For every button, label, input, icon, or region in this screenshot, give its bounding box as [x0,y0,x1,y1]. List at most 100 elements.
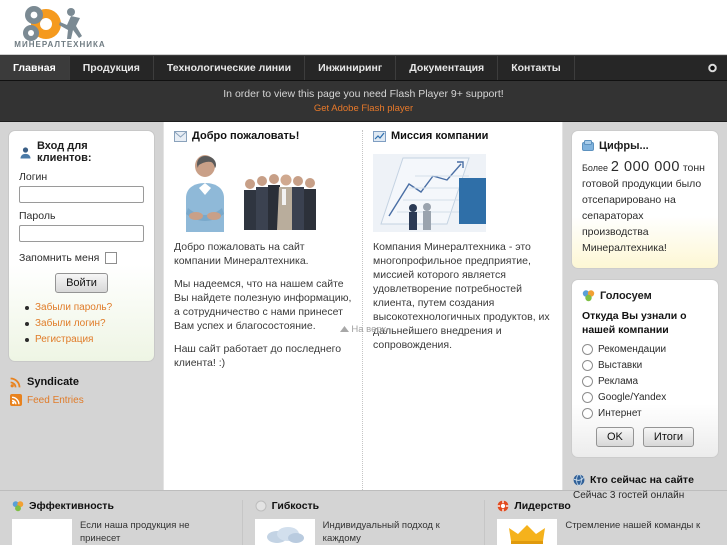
welcome-section: Добро пожаловать! Добро пожаловать на са… [164,130,363,490]
radio-icon[interactable] [582,344,593,355]
poll-buttons: OK Итоги [582,427,708,447]
footer-title: Эффективность [12,500,230,512]
username-input[interactable] [19,186,144,203]
clover-icon [12,500,24,512]
list-item: Забыли пароль? [25,302,144,313]
radio-icon[interactable] [582,392,593,403]
remember-me-row: Запомнить меня [19,252,144,264]
login-panel-title-text: Вход для клиентов: [37,140,92,164]
crown-photo [497,519,558,545]
register-link[interactable]: Регистрация [35,334,93,345]
welcome-title-text: Добро пожаловать! [192,130,300,142]
list-item: Регистрация [25,334,144,345]
envelope-icon [174,130,187,142]
blue-square-icon [582,140,594,152]
poll-option-label: Рекомендации [598,344,667,355]
clover-icon [582,289,595,302]
numbers-rest: готовой продукции было отсепарировано на… [582,178,702,254]
poll-option-rekomendacii[interactable]: Рекомендации [582,344,708,355]
record-dot-icon[interactable] [708,63,717,73]
numbers-title-text: Цифры... [599,140,649,152]
feed-entries-row: Feed Entries [10,394,155,406]
nav-item-kontakty[interactable]: Контакты [498,56,575,80]
get-flash-player-link[interactable]: Get Adobe Flash player [314,103,413,114]
welcome-body: Добро пожаловать на сайт компании Минера… [174,240,352,370]
who-online-text: Сейчас 3 гостей онлайн [573,490,685,501]
site-header: МИНЕРАЛТЕХНИКА [0,0,727,55]
nav-item-dokumentaciya[interactable]: Документация [396,56,499,80]
mission-images [373,152,552,232]
numbers-prefix: Более [582,163,608,173]
poll-option-internet[interactable]: Интернет [582,408,708,419]
footer-content-row: Индивидуальный подход к каждому [254,519,473,545]
welcome-images [174,152,352,232]
rss-icon [10,394,22,406]
cloud-photo [254,519,315,545]
login-help-links: Забыли пароль? Забыли логин? Регистрация [19,302,144,345]
footer-title-text: Эффективность [29,500,114,512]
back-to-top-label[interactable]: На верх [351,324,386,335]
footer-title-text: Лидерство [514,500,571,512]
radio-icon[interactable] [582,408,593,419]
numbers-unit: тонн [682,162,705,174]
forgot-username-link[interactable]: Забыли логин? [35,318,106,329]
globe-icon [573,474,585,486]
triangle-up-icon [339,326,349,332]
footer-text: Стремление нашей команды к [565,520,701,531]
footer-content-row: Если наша продукция не принесет [12,519,230,545]
nav-item-tehnologicheskie-linii[interactable]: Технологические линии [154,56,306,80]
nav-item-produkciya[interactable]: Продукция [70,56,154,80]
login-submit-button[interactable]: Войти [55,273,108,293]
poll-ok-button[interactable]: OK [596,427,634,447]
footer-column-flexibility: Гибкость Индивидуальный подход к каждому [241,500,485,545]
nav-item-glavnaya[interactable]: Главная [0,56,70,80]
syndicate-block: Syndicate Feed Entries [8,376,155,406]
gears-and-runner-logo-icon [10,5,110,43]
password-input[interactable] [19,225,144,242]
radio-icon[interactable] [582,360,593,371]
right-sidebar: Цифры... Более 2 000 000 тонн готовой пр… [563,122,727,501]
footer-text: Индивидуальный подход к каждому [322,520,440,544]
left-sidebar: Вход для клиентов: Логин Пароль Запомнит… [0,122,163,406]
poll-title-text: Голосуем [600,289,652,302]
body-area: Вход для клиентов: Логин Пароль Запомнит… [0,122,727,501]
poll-option-label: Google/Yandex [598,392,667,403]
feed-entries-link[interactable]: Feed Entries [27,395,84,406]
mission-title-text: Миссия компании [391,130,489,142]
grey-circle-icon [255,500,267,512]
poll-option-google-yandex[interactable]: Google/Yandex [582,392,708,403]
numbers-title: Цифры... [582,140,708,152]
mission-paragraph-1: Компания Минералтехника - это многопрофи… [373,241,550,351]
page-root: МИНЕРАЛТЕХНИКА Главная Продукция Техноло… [0,0,727,545]
poll-results-button[interactable]: Итоги [642,427,695,447]
who-online-title: Кто сейчас на сайте [573,474,719,486]
poll-question: Откуда Вы узнали о нашей компании [582,310,687,336]
footer-column-effectiveness: Эффективность Если наша продукция не при… [0,500,242,545]
lifebuoy-icon [497,500,509,512]
remember-me-checkbox[interactable] [105,252,118,264]
poll-panel: Голосуем Откуда Вы узнали о нашей компан… [571,279,719,458]
numbers-panel: Цифры... Более 2 000 000 тонн готовой пр… [571,130,719,269]
radio-icon[interactable] [582,376,593,387]
business-team-photo [242,170,324,232]
nav-item-inzhiniring[interactable]: Инжиниринг [305,56,397,80]
back-to-top[interactable]: На верх [164,324,562,335]
forgot-password-link[interactable]: Забыли пароль? [35,302,112,313]
welcome-paragraph-1: Добро пожаловать на сайт компании Минера… [174,241,309,267]
login-button-row: Войти [19,273,144,293]
poll-option-label: Интернет [598,408,642,419]
main-content: Добро пожаловать! Добро пожаловать на са… [163,122,563,490]
mission-section: Миссия компании Компания Минералтехника … [363,130,562,490]
who-online-block: Кто сейчас на сайте Сейчас 3 гостей онла… [571,474,719,501]
site-logo[interactable]: МИНЕРАЛТЕХНИКА [10,5,110,49]
product-photo [12,519,72,545]
poll-option-reklama[interactable]: Реклама [582,376,708,387]
syndicate-title-text: Syndicate [27,376,79,388]
growth-chart-figurines-photo [373,154,486,232]
footer-content-row: Стремление нашей команды к [497,519,715,545]
poll-option-label: Выставки [598,360,643,371]
list-item: Забыли логин? [25,318,144,329]
login-panel: Вход для клиентов: Логин Пароль Запомнит… [8,130,155,362]
poll-option-vystavki[interactable]: Выставки [582,360,708,371]
flash-player-notice: In order to view this page you need Flas… [0,81,727,122]
